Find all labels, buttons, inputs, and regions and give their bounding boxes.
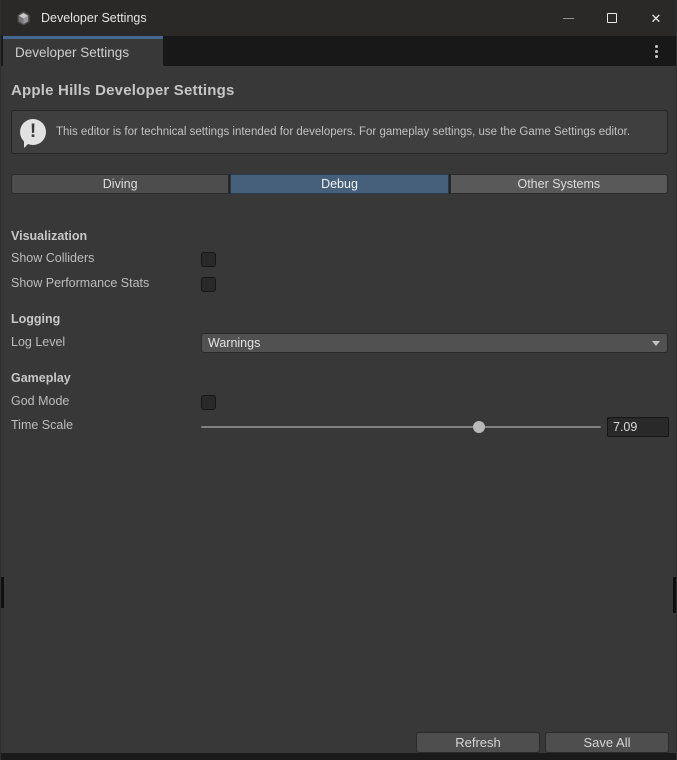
log-level-label: Log Level bbox=[11, 335, 65, 349]
window-titlebar: Developer Settings ✕ bbox=[1, 0, 677, 36]
help-box: ! This editor is for technical settings … bbox=[11, 110, 668, 154]
show-performance-stats-checkbox[interactable] bbox=[201, 277, 216, 292]
refresh-button[interactable]: Refresh bbox=[416, 732, 540, 753]
window-edge-notch-right bbox=[673, 577, 676, 613]
close-button[interactable]: ✕ bbox=[634, 0, 677, 36]
log-level-value: Warnings bbox=[202, 336, 652, 350]
time-scale-value-field[interactable]: 7.09 bbox=[607, 417, 669, 437]
chevron-down-icon bbox=[652, 341, 660, 346]
kebab-dot bbox=[655, 45, 658, 48]
show-performance-stats-label: Show Performance Stats bbox=[11, 276, 149, 290]
category-tabs: Diving Debug Other Systems bbox=[11, 174, 668, 194]
tab-other-systems[interactable]: Other Systems bbox=[450, 174, 668, 194]
maximize-icon bbox=[607, 13, 617, 23]
minimize-button[interactable] bbox=[546, 0, 590, 36]
bubble-tail bbox=[24, 141, 31, 148]
tab-debug[interactable]: Debug bbox=[230, 174, 448, 194]
minimize-icon bbox=[563, 18, 574, 19]
tab-other-systems-label: Other Systems bbox=[517, 177, 600, 191]
kebab-dot bbox=[655, 55, 658, 58]
section-logging: Logging bbox=[11, 312, 60, 326]
god-mode-checkbox[interactable] bbox=[201, 395, 216, 410]
help-text: This editor is for technical settings in… bbox=[56, 125, 644, 140]
window-bottom-edge bbox=[1, 753, 677, 760]
window-edge-notch-left bbox=[1, 577, 4, 608]
tab-developer-settings[interactable]: Developer Settings bbox=[3, 36, 163, 66]
settings-content: Apple Hills Developer Settings ! This ed… bbox=[1, 66, 677, 754]
time-scale-label: Time Scale bbox=[11, 418, 73, 432]
show-colliders-checkbox[interactable] bbox=[201, 252, 216, 267]
editor-tab-label: Developer Settings bbox=[15, 45, 129, 60]
time-scale-slider-handle[interactable] bbox=[473, 421, 485, 433]
page-title: Apple Hills Developer Settings bbox=[11, 82, 235, 99]
close-icon: ✕ bbox=[651, 12, 662, 25]
tab-diving-label: Diving bbox=[103, 177, 138, 191]
log-level-dropdown[interactable]: Warnings bbox=[201, 333, 668, 353]
section-visualization: Visualization bbox=[11, 229, 87, 243]
kebab-dot bbox=[655, 50, 658, 53]
maximize-button[interactable] bbox=[590, 0, 634, 36]
developer-settings-window: Developer Settings ✕ Developer Settings … bbox=[0, 0, 677, 760]
info-bubble-icon: ! bbox=[20, 119, 47, 146]
window-title: Developer Settings bbox=[41, 11, 147, 25]
show-colliders-label: Show Colliders bbox=[11, 251, 94, 265]
tab-debug-label: Debug bbox=[321, 177, 358, 191]
editor-tab-strip: Developer Settings bbox=[1, 36, 677, 66]
section-gameplay: Gameplay bbox=[11, 371, 71, 385]
save-all-button[interactable]: Save All bbox=[545, 732, 669, 753]
unity-logo-icon bbox=[15, 10, 32, 27]
god-mode-label: God Mode bbox=[11, 394, 69, 408]
time-scale-slider[interactable] bbox=[201, 426, 601, 428]
tab-diving[interactable]: Diving bbox=[11, 174, 229, 194]
tab-menu-button[interactable] bbox=[648, 43, 664, 59]
footer-buttons: Refresh Save All bbox=[416, 732, 669, 753]
window-controls: ✕ bbox=[546, 0, 677, 36]
